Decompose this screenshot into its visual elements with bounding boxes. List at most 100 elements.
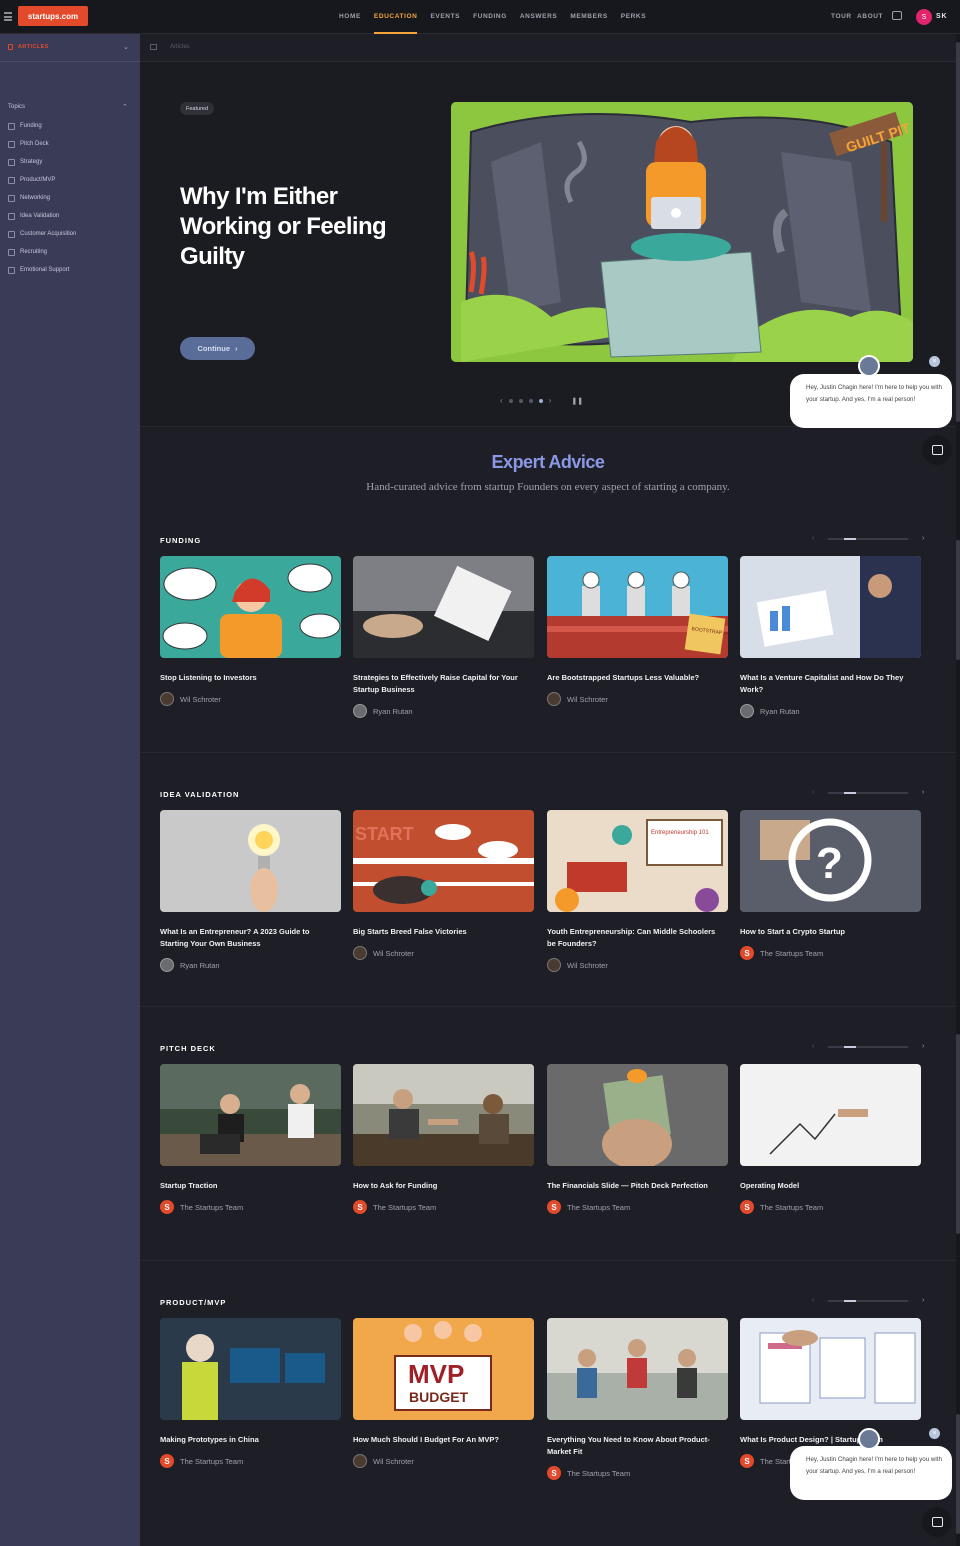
article-title[interactable]: Strategies to Effectively Raise Capital … [353,672,528,696]
chat-launcher-icon[interactable] [922,1507,952,1537]
article-author[interactable]: S The Startups Team [547,1466,728,1480]
article-author[interactable]: S The Startups Team [740,1200,921,1214]
carousel-dot[interactable] [508,398,513,403]
article-thumbnail[interactable]: Entrepreneurship 101 [547,810,728,912]
article-card[interactable]: START Big Starts Breed False Victories Wil… [353,810,534,960]
article-card[interactable]: What Is an Entrepreneur? A 2023 Guide to… [160,810,341,972]
article-card[interactable]: Strategies to Effectively Raise Capital … [353,556,534,718]
carousel-prev-icon[interactable]: ‹ [500,396,503,405]
topic-item[interactable]: Customer Acquisition [8,229,76,239]
article-author[interactable]: Ryan Rutan [740,704,921,718]
topic-checkbox[interactable] [8,194,15,202]
article-author[interactable]: Wil Schroter [547,692,728,706]
article-title[interactable]: Making Prototypes in China [160,1434,335,1446]
article-title[interactable]: Big Starts Breed False Victories [353,926,528,938]
chat-bubble[interactable]: Hey, Justin Chagin here! I'm here to hel… [790,1446,952,1500]
chat-close-icon[interactable]: × [929,1428,940,1439]
article-title[interactable]: Youth Entrepreneurship: Can Middle Schoo… [547,926,722,950]
article-author[interactable]: Wil Schroter [353,946,534,960]
chevron-left-icon[interactable]: ‹ [812,535,828,542]
article-card[interactable]: BOOTSTRAP WALL OF FAME Are Bootstrapped S… [547,556,728,706]
chevron-up-icon[interactable]: ⌃ [122,103,128,111]
topic-checkbox[interactable] [8,158,15,166]
article-thumbnail[interactable] [740,1318,921,1420]
chat-launcher-icon[interactable] [922,435,952,465]
topic-item[interactable]: Product/MVP [8,175,55,185]
breadcrumb-text[interactable]: Articles [170,44,190,50]
topic-checkbox[interactable] [8,176,15,184]
article-card[interactable]: ? How to Start a Crypto Startup S The Start… [740,810,921,960]
article-thumbnail[interactable] [160,1064,341,1166]
article-thumbnail[interactable] [160,1318,341,1420]
topic-checkbox[interactable] [8,140,15,148]
continue-button[interactable]: Continue › [180,337,255,360]
topic-checkbox[interactable] [8,248,15,256]
article-author[interactable]: S The Startups Team [740,946,921,960]
article-title[interactable]: How to Start a Crypto Startup [740,926,915,938]
article-title[interactable]: What Is a Venture Capitalist and How Do … [740,672,915,696]
hero-illustration[interactable]: GUILT PIT [451,102,913,362]
article-title[interactable]: Stop Listening to Investors [160,672,335,684]
article-author[interactable]: Ryan Rutan [160,958,341,972]
chat-close-icon[interactable]: × [929,356,940,367]
article-author[interactable]: Wil Schroter [160,692,341,706]
article-thumbnail[interactable] [353,556,534,658]
article-thumbnail[interactable]: MVP BUDGET [353,1318,534,1420]
article-card[interactable]: How to Ask for Funding S The Startups Team [353,1064,534,1214]
hamburger-menu-icon[interactable] [4,12,12,21]
article-thumbnail[interactable]: START [353,810,534,912]
carousel-progress[interactable] [828,1045,908,1048]
article-author[interactable]: S The Startups Team [547,1200,728,1214]
topic-item[interactable]: Networking [8,193,50,203]
article-card[interactable]: Stop Listening to Investors Wil Schroter [160,556,341,706]
carousel-dot[interactable] [518,398,523,403]
topic-item[interactable]: Idea Validation [8,211,59,221]
chevron-left-icon[interactable]: ‹ [812,1297,828,1304]
article-thumbnail[interactable] [160,810,341,912]
about-link[interactable]: ABOUT [857,13,883,20]
carousel-progress[interactable] [828,791,908,794]
nav-funding[interactable]: FUNDING [473,0,507,34]
article-title[interactable]: What Is Product Design? | Startups.com [740,1434,915,1446]
article-card[interactable]: What Is a Venture Capitalist and How Do … [740,556,921,718]
topic-item[interactable]: Recruiting [8,247,47,257]
article-card[interactable]: Everything You Need to Know About Produc… [547,1318,728,1480]
article-card[interactable]: Entrepreneurship 101 Youth Entrepreneursh… [547,810,728,972]
article-title[interactable]: The Financials Slide — Pitch Deck Perfec… [547,1180,722,1192]
nav-perks[interactable]: PERKS [621,0,646,34]
article-thumbnail[interactable] [740,556,921,658]
article-thumbnail[interactable] [353,1064,534,1166]
topic-item[interactable]: Emotional Support [8,265,69,275]
article-thumbnail[interactable] [547,1064,728,1166]
carousel-dot[interactable] [528,398,533,403]
startups-logo[interactable]: startups.com [18,6,88,26]
article-author[interactable]: Ryan Rutan [353,704,534,718]
hero-title[interactable]: Why I'm Either Working or Feeling Guilty [180,182,420,272]
article-thumbnail[interactable] [547,1318,728,1420]
article-title[interactable]: How to Ask for Funding [353,1180,528,1192]
carousel-next-icon[interactable]: › [549,396,552,405]
topic-checkbox[interactable] [8,230,15,238]
scrollbar[interactable] [956,34,960,1546]
nav-members[interactable]: MEMBERS [570,0,607,34]
topic-item[interactable]: Strategy [8,157,42,167]
article-card[interactable]: MVP BUDGET How Much Should I Budget For An… [353,1318,534,1468]
chevron-right-icon[interactable]: › [922,1043,924,1050]
article-title[interactable]: How Much Should I Budget For An MVP? [353,1434,528,1446]
topic-checkbox[interactable] [8,122,15,130]
article-title[interactable]: What Is an Entrepreneur? A 2023 Guide to… [160,926,335,950]
nav-home[interactable]: HOME [339,0,361,34]
article-title[interactable]: Operating Model [740,1180,915,1192]
topic-checkbox[interactable] [8,212,15,220]
carousel-progress[interactable] [828,1299,908,1302]
carousel-progress[interactable] [828,537,908,540]
article-author[interactable]: S The Startups Team [160,1454,341,1468]
article-author[interactable]: Wil Schroter [353,1454,534,1468]
chevron-left-icon[interactable]: ‹ [812,1043,828,1050]
chevron-left-icon[interactable]: ‹ [812,789,828,796]
chevron-right-icon[interactable]: › [922,789,924,796]
article-title[interactable]: Everything You Need to Know About Produc… [547,1434,722,1458]
chat-bubble[interactable]: Hey, Justin Chagin here! I'm here to hel… [790,374,952,428]
article-thumbnail[interactable]: ? [740,810,921,912]
article-author[interactable]: S The Startups Team [353,1200,534,1214]
